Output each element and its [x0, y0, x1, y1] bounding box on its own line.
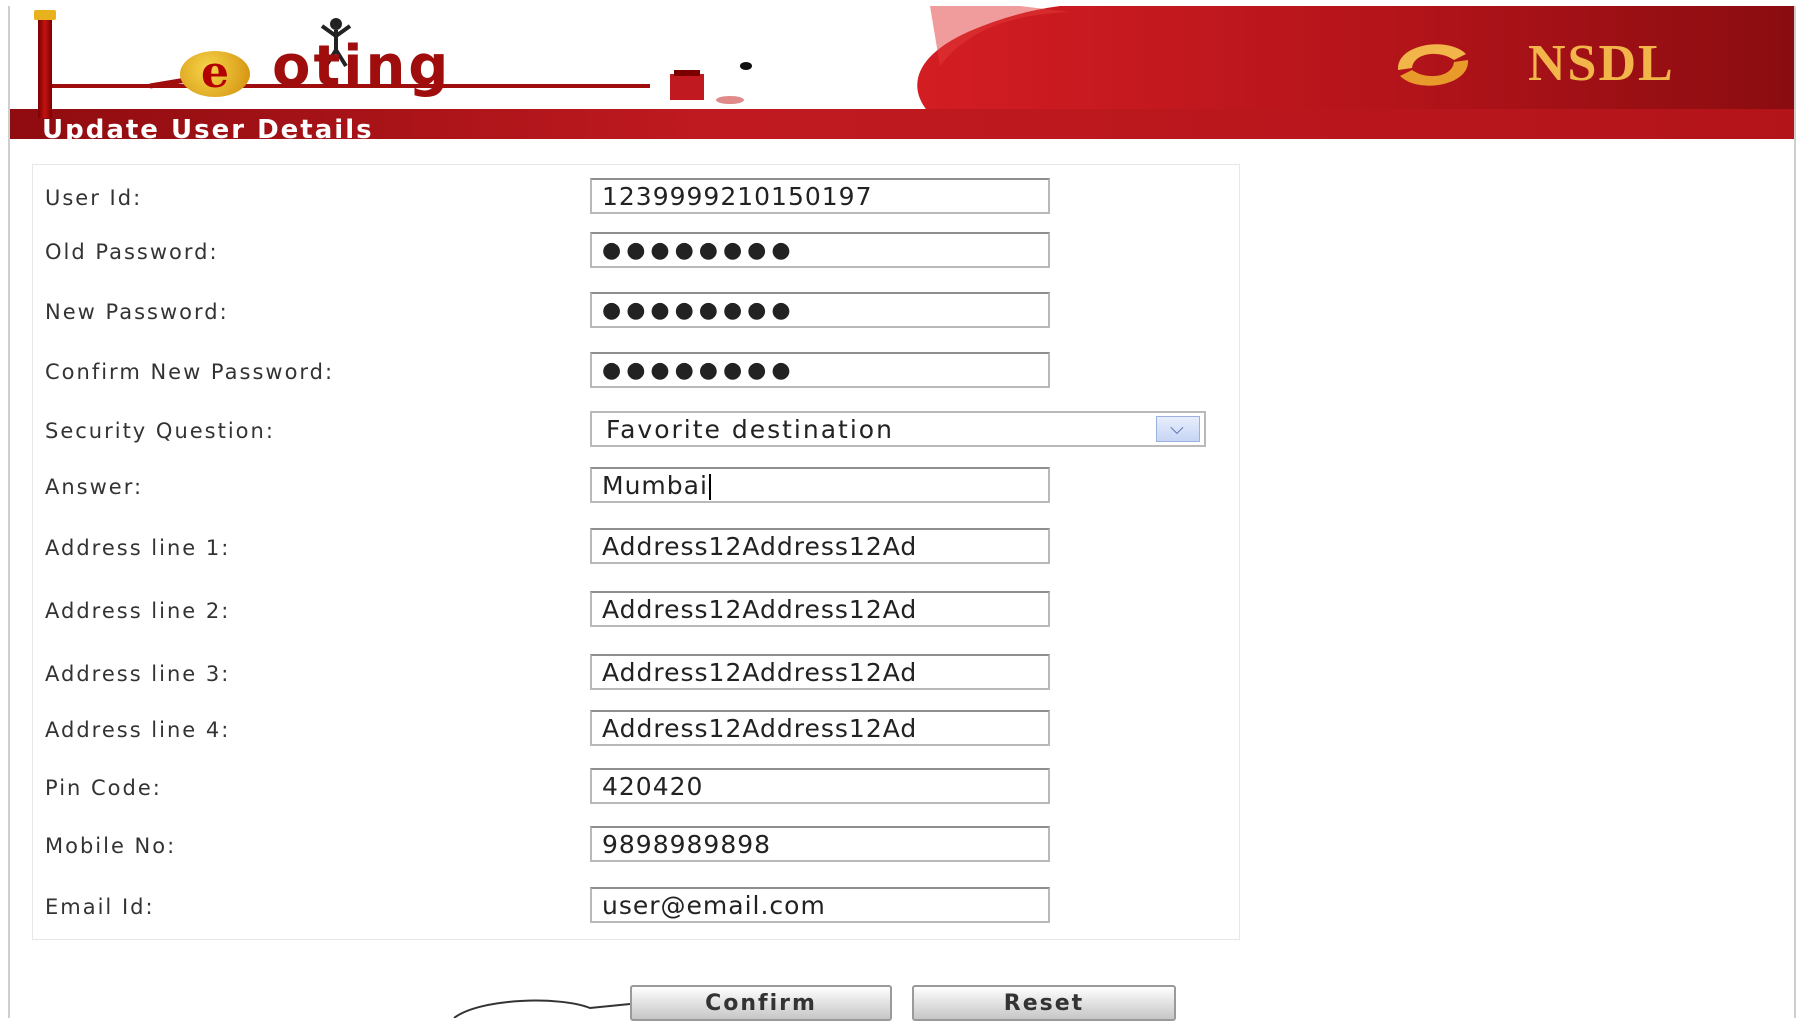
pin-code-row: Pin Code: 420420 — [33, 766, 1239, 810]
user-id-row: User Id: 1239999210150197 — [33, 176, 1239, 220]
address-line-1-field[interactable]: Address12Address12Ad — [590, 528, 1050, 564]
old-password-label: Old Password: — [45, 240, 219, 264]
mobile-no-field[interactable]: 9898989898 — [590, 826, 1050, 862]
security-question-value: Favorite destination — [606, 415, 894, 444]
user-id-label: User Id: — [45, 186, 143, 210]
reset-button[interactable]: Reset — [912, 985, 1176, 1021]
nsdl-logo-icon — [1397, 44, 1469, 86]
email-id-label: Email Id: — [45, 895, 155, 919]
e-logo-icon: e — [180, 51, 250, 97]
brand-wordmark: oting — [272, 34, 452, 99]
address-line-4-row: Address line 4: Address12Address12Ad — [33, 708, 1239, 752]
security-question-label: Security Question: — [45, 419, 275, 443]
confirm-button[interactable]: Confirm — [630, 985, 892, 1021]
address-line-4-label: Address line 4: — [45, 718, 231, 742]
page-title: Update User Details — [42, 115, 374, 139]
address-line-3-row: Address line 3: Address12Address12Ad — [33, 652, 1239, 696]
new-password-field[interactable]: ●●●●●●●● — [590, 292, 1050, 328]
header-banner: e oting NSDL Update User Details — [10, 6, 1794, 139]
pin-code-field[interactable]: 420420 — [590, 768, 1050, 804]
new-password-row: New Password: ●●●●●●●● — [33, 290, 1239, 334]
new-password-label: New Password: — [45, 300, 229, 324]
old-password-row: Old Password: ●●●●●●●● — [33, 230, 1239, 274]
email-id-row: Email Id: user@email.com — [33, 885, 1239, 929]
confirm-password-row: Confirm New Password: ●●●●●●●● — [33, 350, 1239, 394]
address-line-2-row: Address line 2: Address12Address12Ad — [33, 589, 1239, 633]
address-line-2-label: Address line 2: — [45, 599, 231, 623]
address-line-2-field[interactable]: Address12Address12Ad — [590, 591, 1050, 627]
user-id-field[interactable]: 1239999210150197 — [590, 178, 1050, 214]
chevron-down-icon[interactable]: ⌵ — [1156, 416, 1200, 442]
answer-field[interactable]: Mumbai — [590, 467, 1050, 503]
answer-value: Mumbai — [602, 471, 708, 500]
answer-label: Answer: — [45, 475, 144, 499]
mobile-no-row: Mobile No: 9898989898 — [33, 824, 1239, 868]
answer-row: Answer: Mumbai — [33, 465, 1239, 509]
security-question-row: Security Question: Favorite destination … — [33, 409, 1239, 453]
address-line-1-row: Address line 1: Address12Address12Ad — [33, 526, 1239, 570]
address-line-3-label: Address line 3: — [45, 662, 231, 686]
address-line-3-field[interactable]: Address12Address12Ad — [590, 654, 1050, 690]
mobile-no-label: Mobile No: — [45, 834, 177, 858]
address-line-4-field[interactable]: Address12Address12Ad — [590, 710, 1050, 746]
update-user-form: User Id: 1239999210150197 Old Password: … — [32, 164, 1240, 940]
brand-pole — [38, 14, 52, 118]
address-line-1-label: Address line 1: — [45, 536, 231, 560]
text-caret — [708, 474, 711, 500]
confirm-password-field[interactable]: ●●●●●●●● — [590, 352, 1050, 388]
confirm-password-label: Confirm New Password: — [45, 360, 335, 384]
security-question-select[interactable]: Favorite destination ⌵ — [590, 411, 1206, 447]
old-password-field[interactable]: ●●●●●●●● — [590, 232, 1050, 268]
callout-bubble — [453, 999, 631, 1018]
brand-pole-cap — [34, 10, 56, 20]
email-id-field[interactable]: user@email.com — [590, 887, 1050, 923]
ballot-box-icon — [670, 62, 752, 104]
pin-code-label: Pin Code: — [45, 776, 162, 800]
nsdl-wordmark: NSDL — [1528, 35, 1675, 92]
